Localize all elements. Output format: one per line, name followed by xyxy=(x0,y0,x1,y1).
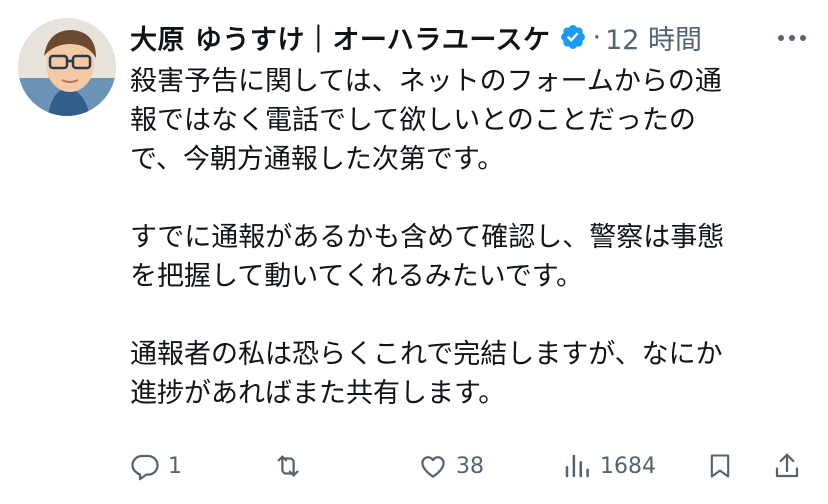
retweet-icon xyxy=(272,451,304,481)
reply-icon xyxy=(130,451,160,481)
tweet-text-line: 殺害予告に関しては、ネットのフォームからの通 xyxy=(130,66,722,97)
author-name[interactable]: 大原 ゆうすけ｜オーハラユースケ xyxy=(130,18,551,57)
tweet-header: 大原 ゆうすけ｜オーハラユースケ · 12 時間 xyxy=(130,16,810,58)
share-icon xyxy=(772,451,802,481)
tweet-content: 大原 ゆうすけ｜オーハラユースケ · 12 時間 殺害予告に関しては、ネットのフ… xyxy=(130,16,810,413)
avatar-illustration xyxy=(18,18,116,116)
tweet-paragraph: 通報者の私は恐らくこれで完結しますが、なにか 進捗があればまた共有します。 xyxy=(130,335,810,413)
view-count: 1684 xyxy=(600,453,656,479)
reply-count: 1 xyxy=(168,453,182,479)
more-icon[interactable] xyxy=(774,24,810,52)
tweet-text-line: 通報者の私は恐らくこれで完結しますが、なにか xyxy=(130,339,723,370)
tweet-actions: 1 38 1684 xyxy=(130,446,810,486)
tweet-text-line: 報ではなく電話でして欲しいとのことだったの xyxy=(130,105,696,136)
bookmark-button[interactable] xyxy=(706,451,734,481)
verified-badge-icon xyxy=(559,23,587,51)
share-button[interactable] xyxy=(772,451,802,481)
like-button[interactable]: 38 xyxy=(418,451,484,481)
like-icon xyxy=(418,451,448,481)
tweet[interactable]: 大原 ゆうすけ｜オーハラユースケ · 12 時間 殺害予告に関しては、ネットのフ… xyxy=(0,0,828,504)
reply-button[interactable]: 1 xyxy=(130,451,182,481)
retweet-button[interactable] xyxy=(272,451,312,481)
bookmark-icon xyxy=(706,451,734,481)
tweet-text-line: すでに通報があるかも含めて確認し、警察は事態 xyxy=(130,222,725,253)
tweet-text: 殺害予告に関しては、ネットのフォームからの通 報ではなく電話でして欲しいとのこと… xyxy=(130,62,810,413)
tweet-text-line: を把握して動いてくれるみたいです。 xyxy=(130,261,584,292)
views-icon xyxy=(562,451,592,481)
tweet-text-line: で、今朝方通報した次第です。 xyxy=(130,144,505,175)
separator-dot: · xyxy=(592,21,602,53)
tweet-paragraph: 殺害予告に関しては、ネットのフォームからの通 報ではなく電話でして欲しいとのこと… xyxy=(130,62,810,179)
like-count: 38 xyxy=(456,453,484,479)
tweet-timestamp[interactable]: 12 時間 xyxy=(605,18,702,57)
avatar[interactable] xyxy=(18,18,116,116)
tweet-paragraph: すでに通報があるかも含めて確認し、警察は事態 を把握して動いてくれるみたいです。 xyxy=(130,218,810,296)
tweet-text-line: 進捗があればまた共有します。 xyxy=(130,378,506,409)
views-button[interactable]: 1684 xyxy=(562,451,656,481)
